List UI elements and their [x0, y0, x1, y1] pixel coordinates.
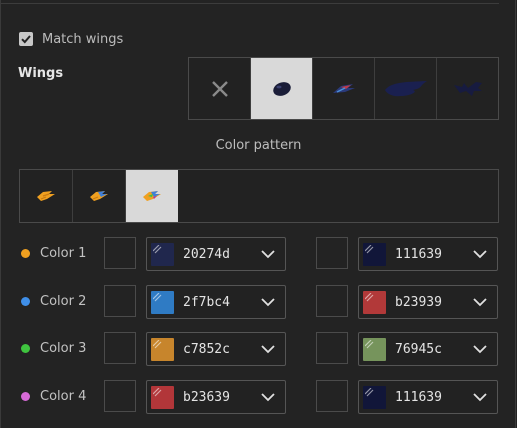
color-1-right-slot[interactable] [316, 237, 348, 269]
color-2-right-picker[interactable]: b23939 [358, 285, 498, 319]
wing-option-3[interactable] [375, 58, 437, 119]
wing-option-4[interactable] [437, 58, 498, 119]
color-pattern-title: Color pattern [215, 138, 302, 153]
color-4-label: Color 4 [40, 389, 87, 404]
wing-option-1[interactable] [251, 58, 313, 119]
chevron-down-icon [261, 298, 275, 307]
wings-selector [188, 57, 499, 120]
hex-value: b23939 [395, 295, 442, 310]
chevron-down-icon [473, 393, 487, 402]
chevron-down-icon [261, 393, 275, 402]
pattern-1-icon [37, 191, 55, 201]
color-3-left-picker[interactable]: c7852c [146, 332, 286, 366]
color-3-left-slot[interactable] [104, 332, 136, 364]
oval-wing-icon [272, 81, 291, 96]
hex-value: c7852c [183, 342, 230, 357]
color-2-left-picker[interactable]: 2f7bc4 [146, 285, 286, 319]
color-3-right-slot[interactable] [316, 332, 348, 364]
color-pattern-selector [19, 169, 499, 223]
color-swatch [363, 243, 386, 266]
bat-wing-icon [453, 81, 482, 96]
color-2-left-slot[interactable] [104, 285, 136, 317]
color-row-4: Color 4 b23639 111639 [0, 380, 517, 414]
chevron-down-icon [261, 250, 275, 259]
color-swatch [363, 386, 386, 409]
hex-value: 111639 [395, 247, 442, 262]
pattern-option-2[interactable] [73, 170, 126, 222]
color-1-left-slot[interactable] [104, 237, 136, 269]
color-swatch [151, 386, 174, 409]
hex-value: 2f7bc4 [183, 295, 230, 310]
color-swatch [151, 338, 174, 361]
color-row-2: Color 2 2f7bc4 b23939 [0, 285, 517, 319]
chevron-down-icon [261, 345, 275, 354]
color-1-label: Color 1 [40, 246, 87, 261]
pattern-3-icon [143, 191, 161, 201]
color-4-right-picker[interactable]: 111639 [358, 380, 498, 414]
wing-option-none[interactable] [189, 58, 251, 119]
color-1-left-picker[interactable]: 20274d [146, 237, 286, 271]
color-2-label: Color 2 [40, 294, 87, 309]
hex-value: 111639 [395, 390, 442, 405]
color-swatch [363, 338, 386, 361]
color-row-1: Color 1 20274d 111639 [0, 237, 517, 271]
pattern-2-icon [90, 191, 108, 201]
hex-value: 20274d [183, 247, 230, 262]
wing-option-2[interactable] [313, 58, 375, 119]
chevron-down-icon [473, 298, 487, 307]
chevron-down-icon [473, 250, 487, 259]
color-1-right-picker[interactable]: 111639 [358, 237, 498, 271]
wings-label: Wings [18, 66, 64, 81]
color-3-label: Color 3 [40, 341, 87, 356]
feather-wing-icon [332, 83, 355, 93]
color-4-left-slot[interactable] [104, 380, 136, 412]
color-swatch [363, 291, 386, 314]
color-4-dot [21, 392, 30, 401]
checkmark-icon[interactable] [19, 32, 33, 46]
color-3-right-picker[interactable]: 76945c [358, 332, 498, 366]
color-swatch [151, 291, 174, 314]
chevron-down-icon [473, 345, 487, 354]
color-4-right-slot[interactable] [316, 380, 348, 412]
color-swatch [151, 243, 174, 266]
long-wing-icon [384, 80, 427, 96]
hex-value: b23639 [183, 390, 230, 405]
divider [0, 3, 499, 4]
close-icon [211, 80, 228, 97]
color-2-dot [21, 297, 30, 306]
hex-value: 76945c [395, 342, 442, 357]
color-4-left-picker[interactable]: b23639 [146, 380, 286, 414]
match-wings-label: Match wings [42, 31, 124, 47]
color-2-right-slot[interactable] [316, 285, 348, 317]
pattern-option-3[interactable] [126, 170, 178, 222]
color-1-dot [21, 249, 30, 258]
color-row-3: Color 3 c7852c 76945c [0, 332, 517, 366]
pattern-option-1[interactable] [20, 170, 73, 222]
color-3-dot [21, 344, 30, 353]
match-wings-checkbox[interactable]: Match wings [19, 30, 123, 48]
